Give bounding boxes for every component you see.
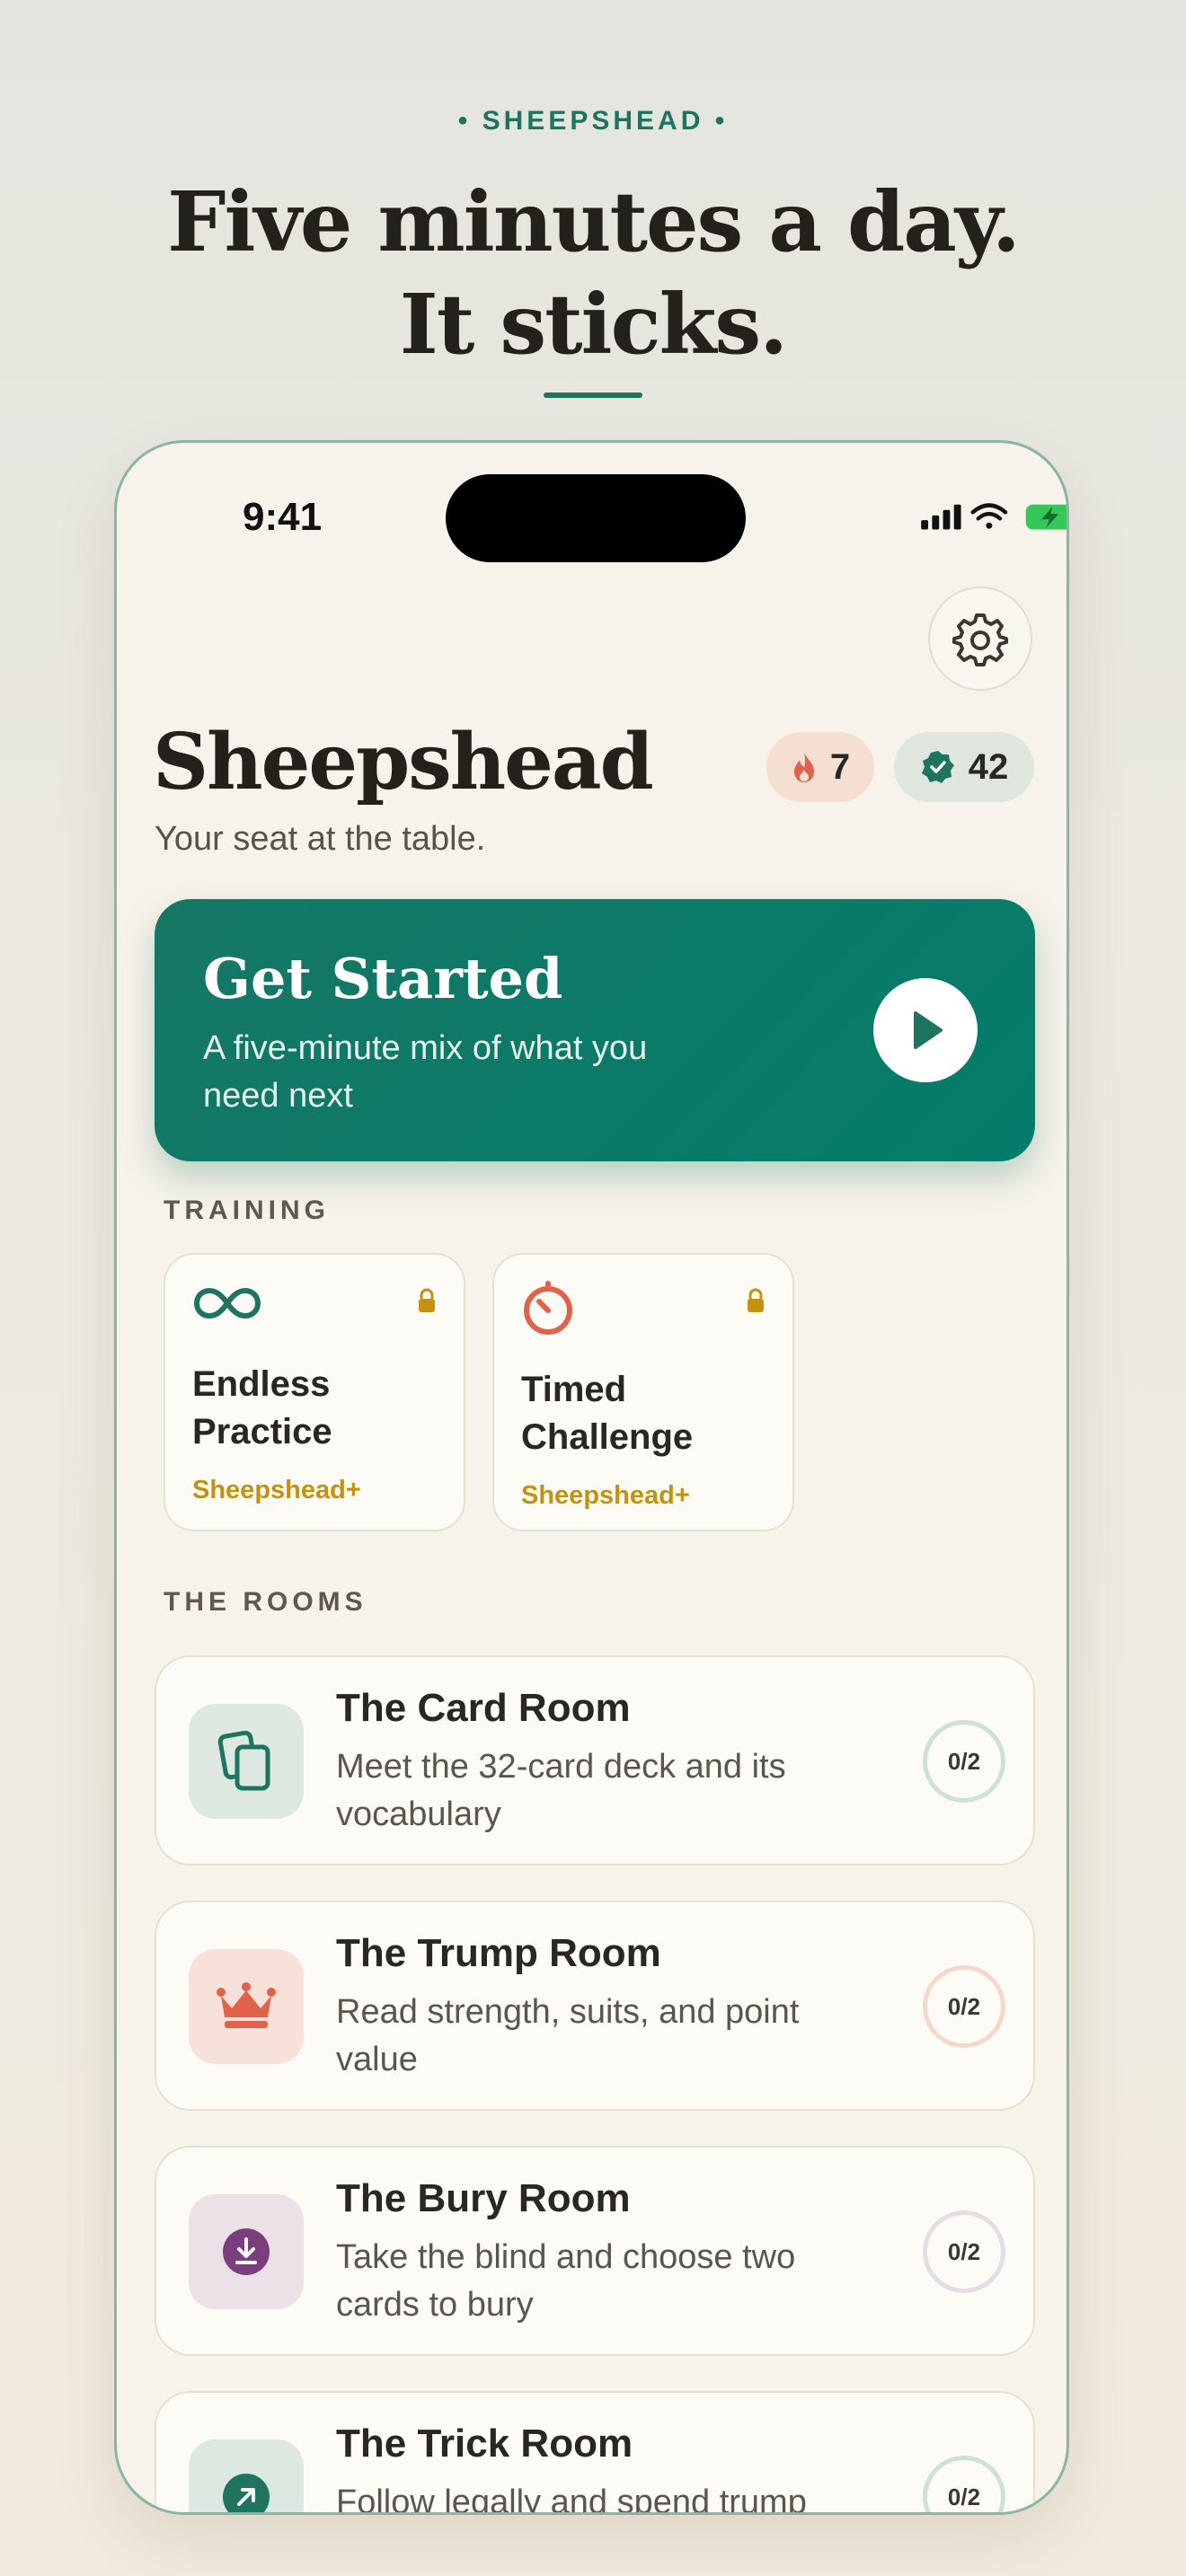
headline-rule <box>544 393 642 398</box>
cards-icon <box>217 1730 270 1791</box>
wifi-icon <box>970 503 1008 529</box>
room-description: Read strength, suits, and point value <box>336 1993 800 2078</box>
room-icon-tile <box>189 2439 304 2512</box>
xp-count: 42 <box>968 746 1009 787</box>
app-title: Sheepshead <box>153 717 654 807</box>
eyebrow: • SHEEPSHEAD • <box>457 106 729 136</box>
training-card-title: Endless Practice <box>192 1364 332 1451</box>
room-card-the-trick-room[interactable]: The Trick Room Follow legally and spend … <box>155 2391 1035 2515</box>
headline: Five minutes a day. It sticks. <box>167 173 1021 373</box>
dynamic-island <box>446 474 746 562</box>
arrow-up-right-icon <box>223 2474 270 2512</box>
premium-tag: Sheepshead+ <box>521 1481 690 1510</box>
room-description: Take the blind and choose two cards to b… <box>336 2238 796 2324</box>
room-progress: 0/2 <box>923 1720 1005 1803</box>
get-started-card[interactable]: Get Started A five-minute mix of what yo… <box>155 899 1035 1161</box>
battery-icon <box>1025 504 1067 530</box>
verified-icon <box>921 751 954 783</box>
room-title: The Bury Room <box>336 2176 631 2220</box>
get-started-subtitle: A five-minute mix of what you need next <box>203 1029 648 1115</box>
streak-badge[interactable]: 7 <box>766 732 874 802</box>
room-progress: 0/2 <box>923 2210 1005 2293</box>
lock-icon <box>748 1288 764 1312</box>
settings-button[interactable] <box>928 587 1032 691</box>
room-card-the-bury-room[interactable]: The Bury Room Take the blind and choose … <box>155 2146 1035 2356</box>
room-description: Meet the 32-card deck and its vocabulary <box>336 1748 786 1833</box>
room-description: Follow legally and spend trump <box>336 2483 807 2515</box>
training-section-label: TRAINING <box>164 1195 330 1225</box>
lock-icon <box>419 1288 435 1312</box>
training-card-endless-practice[interactable]: Endless Practice Sheepshead+ <box>164 1253 465 1531</box>
room-title: The Trick Room <box>336 2422 633 2466</box>
app-subtitle: Your seat at the table. <box>155 820 486 858</box>
get-started-title: Get Started <box>203 946 563 1011</box>
room-title: The Trump Room <box>336 1931 661 1975</box>
play-icon <box>914 1011 943 1049</box>
infinity-icon <box>193 1287 261 1319</box>
room-icon-tile <box>189 2194 304 2309</box>
status-icons <box>921 503 1067 530</box>
room-title: The Card Room <box>336 1686 631 1730</box>
streak-count: 7 <box>829 746 851 787</box>
gear-icon <box>952 613 1008 666</box>
room-card-the-trump-room[interactable]: The Trump Room Read strength, suits, and… <box>155 1901 1035 2111</box>
signal-icon <box>921 504 961 530</box>
download-icon <box>223 2228 270 2275</box>
flame-icon <box>793 752 814 782</box>
room-progress: 0/2 <box>923 1965 1005 2048</box>
room-card-the-card-room[interactable]: The Card Room Meet the 32-card deck and … <box>155 1655 1035 1866</box>
play-button[interactable] <box>873 978 978 1082</box>
training-card-timed-challenge[interactable]: Timed Challenge Sheepshead+ <box>492 1253 794 1531</box>
status-time: 9:41 <box>243 495 323 539</box>
rooms-section-label: THE ROOMS <box>164 1587 367 1617</box>
premium-tag: Sheepshead+ <box>192 1476 361 1504</box>
room-progress: 0/2 <box>923 2456 1005 2512</box>
xp-badge[interactable]: 42 <box>894 732 1034 802</box>
room-icon-tile <box>189 1704 304 1819</box>
training-card-title: Timed Challenge <box>521 1370 694 1457</box>
room-icon-tile <box>189 1949 304 2064</box>
phone-frame: 9:41 Sheepshead Your seat at the table. … <box>114 440 1069 2515</box>
timer-icon <box>524 1281 572 1335</box>
crown-icon <box>217 1982 276 2028</box>
